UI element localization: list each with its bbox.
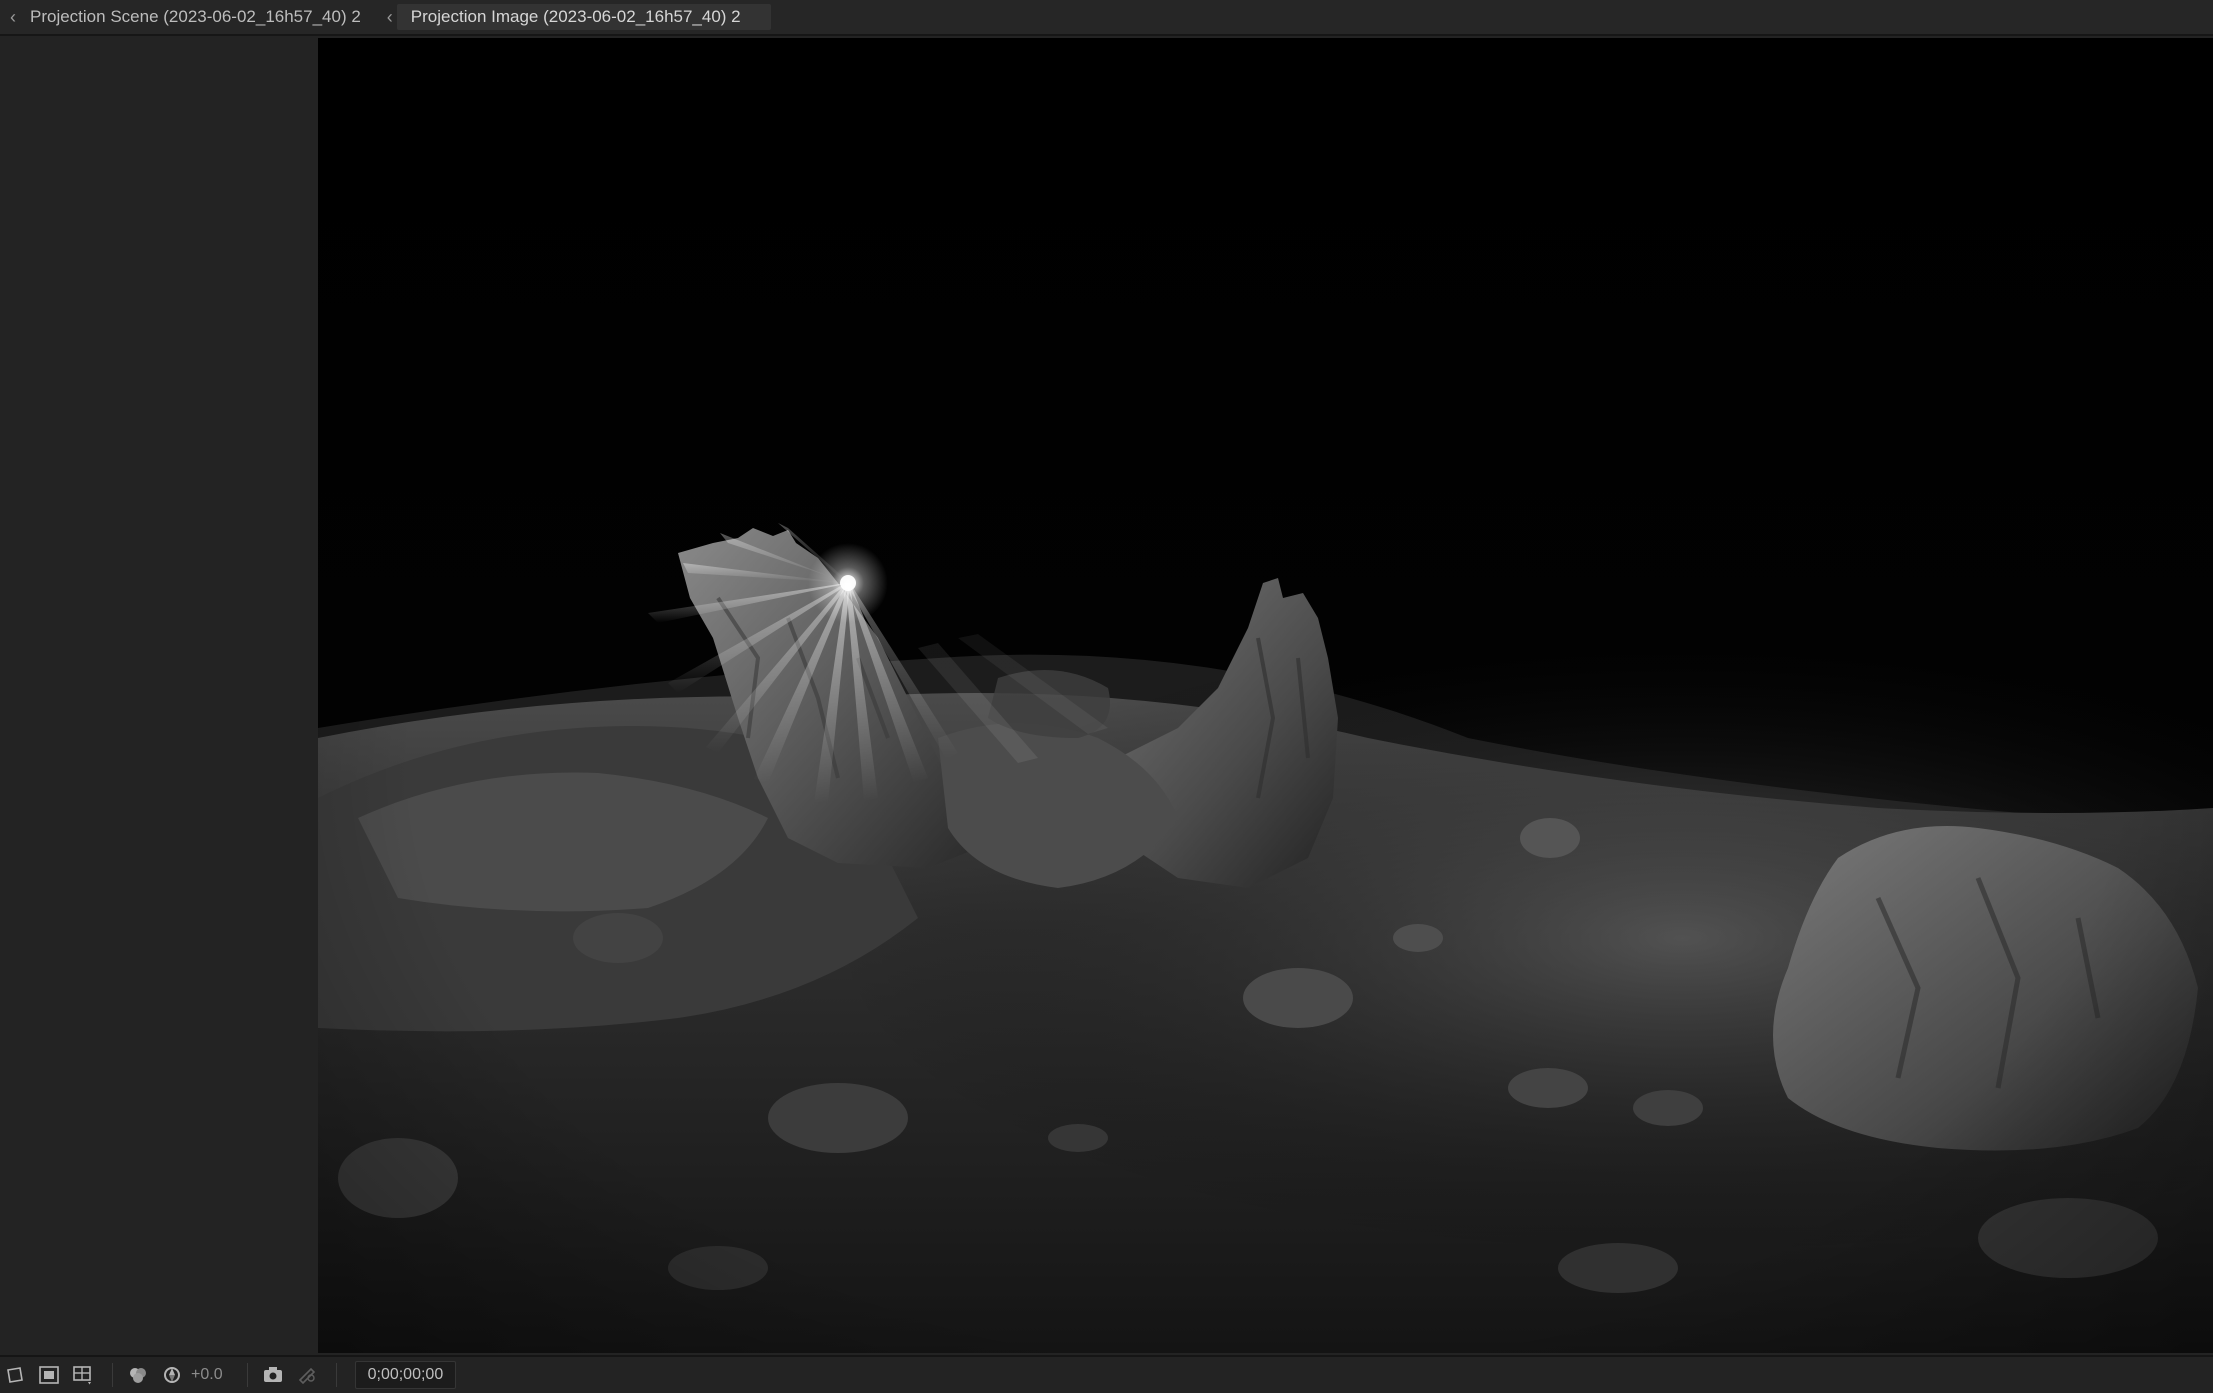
tab-projection-scene[interactable]: ‹ Projection Scene (2023-06-02_16h57_40)… xyxy=(0,4,375,30)
toggle-transparency-grid-icon[interactable] xyxy=(34,1360,64,1390)
chevron-left-icon[interactable]: ‹ xyxy=(383,7,397,28)
app-window: ‹ Projection Scene (2023-06-02_16h57_40)… xyxy=(0,0,2213,1393)
left-panel xyxy=(0,38,318,1353)
show-snapshot-icon[interactable] xyxy=(292,1360,322,1390)
toolbar-separator xyxy=(335,1363,337,1387)
tab-label: Projection Image (2023-06-02_16h57_40) 2 xyxy=(410,7,741,26)
viewer-tab-bar: ‹ Projection Scene (2023-06-02_16h57_40)… xyxy=(0,0,2213,36)
guides-icon[interactable] xyxy=(68,1360,98,1390)
exposure-value[interactable]: +0.0 xyxy=(191,1366,223,1384)
current-time-display[interactable]: 0;00;00;00 xyxy=(354,1361,457,1389)
toolbar-separator xyxy=(246,1363,248,1387)
chevron-left-icon[interactable]: ‹ xyxy=(6,7,20,28)
snapshot-camera-icon[interactable] xyxy=(258,1360,288,1390)
reset-exposure-icon[interactable] xyxy=(157,1360,187,1390)
toolbar-separator xyxy=(112,1363,113,1387)
color-channel-icon[interactable] xyxy=(123,1360,153,1390)
viewer-bottom-toolbar: +0.0 0;00;00;00 xyxy=(0,1355,2213,1393)
composition-viewer[interactable] xyxy=(318,38,2213,1353)
tab-projection-image[interactable]: Projection Image (2023-06-02_16h57_40) 2 xyxy=(396,4,771,30)
viewer-image xyxy=(318,38,2213,1353)
tab-label: Projection Scene (2023-06-02_16h57_40) 2 xyxy=(30,7,361,26)
region-of-interest-icon[interactable] xyxy=(0,1360,30,1390)
